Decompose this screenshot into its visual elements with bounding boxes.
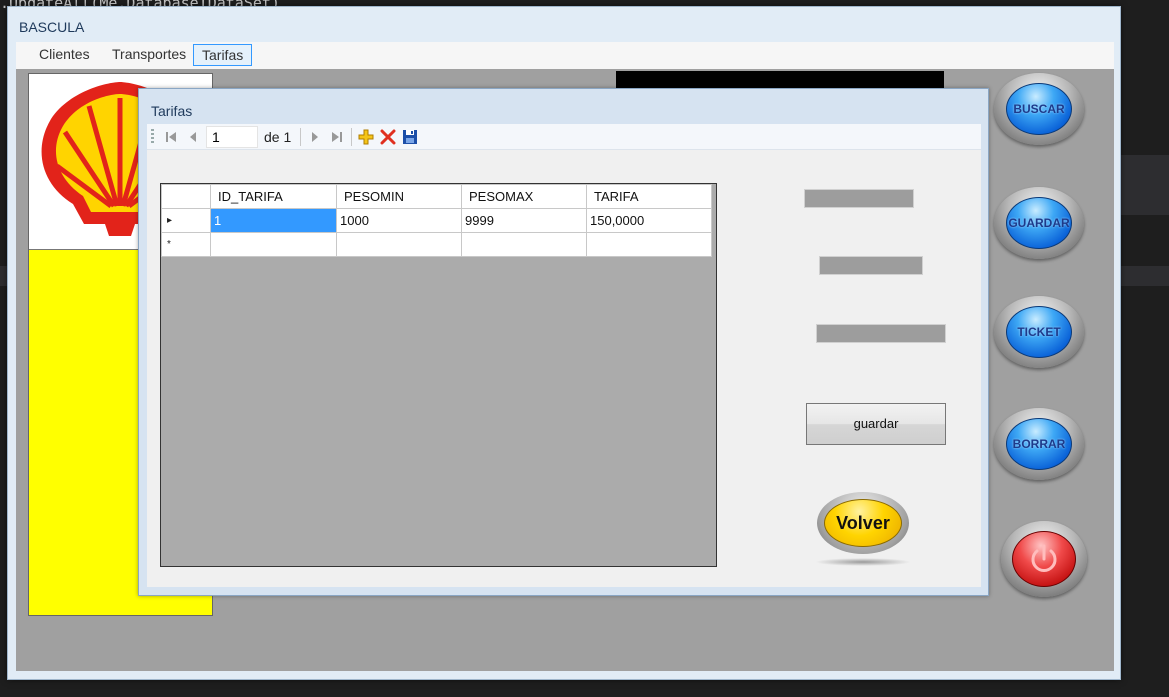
guardar-round-button-label: GUARDAR — [1008, 216, 1070, 230]
borrar-button-label: BORRAR — [1012, 437, 1066, 451]
data-grid: ID_TARIFA PESOMIN PESOMAX TARIFA ▸ 1 100… — [161, 184, 712, 257]
volver-button[interactable]: Volver — [817, 492, 909, 554]
field-1[interactable] — [804, 189, 914, 208]
ticket-button[interactable]: TICKET — [994, 296, 1084, 368]
move-previous-icon[interactable] — [182, 127, 204, 147]
tarifas-dialog: Tarifas 1 de 1 ID_TARIFA PESOMIN PESOMAX… — [138, 88, 989, 596]
row-header-corner[interactable] — [161, 184, 211, 209]
field-3[interactable] — [816, 324, 946, 343]
move-last-icon[interactable] — [326, 127, 348, 147]
table-row: ▸ 1 1000 9999 150,0000 — [161, 208, 712, 233]
window-title: BASCULA — [19, 19, 85, 35]
dialog-body: 1 de 1 ID_TARIFA PESOMIN PESOMAX TARIFA … — [147, 124, 981, 587]
toolbar-separator — [351, 127, 353, 146]
field-2[interactable] — [819, 256, 923, 275]
position-input[interactable]: 1 — [206, 125, 258, 148]
dialog-title: Tarifas — [151, 103, 193, 119]
move-first-icon[interactable] — [160, 127, 182, 147]
binding-navigator: 1 de 1 — [147, 124, 981, 150]
row-header-current[interactable]: ▸ — [161, 208, 211, 233]
grid-cell[interactable] — [336, 232, 462, 257]
column-header-pesomax[interactable]: PESOMAX — [461, 184, 587, 209]
menu-item-transportes[interactable]: Transportes — [104, 44, 194, 66]
tarifas-grid: ID_TARIFA PESOMIN PESOMAX TARIFA ▸ 1 100… — [160, 183, 717, 567]
row-header-new[interactable]: * — [161, 232, 211, 257]
grid-cell[interactable] — [210, 232, 337, 257]
grid-cell[interactable]: 9999 — [461, 208, 587, 233]
column-header-pesomin[interactable]: PESOMIN — [336, 184, 462, 209]
add-new-icon[interactable] — [355, 127, 377, 147]
power-icon — [1031, 544, 1057, 572]
buscar-button-label: BUSCAR — [1013, 102, 1065, 116]
borrar-button[interactable]: BORRAR — [994, 408, 1084, 480]
guardar-button[interactable]: guardar — [806, 403, 946, 445]
ticket-button-label: TICKET — [1017, 325, 1061, 339]
column-header-id-tarifa[interactable]: ID_TARIFA — [210, 184, 337, 209]
background-editor-strip — [0, 266, 7, 286]
grid-cell[interactable] — [586, 232, 712, 257]
grid-cell[interactable]: 1 — [210, 208, 337, 233]
delete-icon[interactable] — [377, 127, 399, 147]
grid-cell[interactable]: 150,0000 — [586, 208, 712, 233]
move-next-icon[interactable] — [304, 127, 326, 147]
volver-button-label: Volver — [836, 512, 890, 533]
volver-shadow — [815, 558, 911, 566]
record-count: de 1 — [264, 128, 292, 145]
menu-item-clientes[interactable]: Clientes — [31, 44, 98, 66]
menu-item-tarifas[interactable]: Tarifas — [193, 44, 253, 66]
save-icon[interactable] — [399, 127, 421, 147]
toolbar-separator — [300, 127, 302, 146]
buscar-button[interactable]: BUSCAR — [994, 73, 1084, 145]
toolbar-grip[interactable] — [151, 128, 154, 145]
grid-cell[interactable] — [461, 232, 587, 257]
column-header-tarifa[interactable]: TARIFA — [586, 184, 712, 209]
guardar-round-button[interactable]: GUARDAR — [994, 187, 1084, 259]
menu-bar: Clientes Transportes Tarifas — [16, 42, 1114, 69]
power-button[interactable] — [1001, 521, 1087, 597]
table-row-new: * — [161, 232, 712, 257]
background-editor-strip — [1121, 155, 1169, 215]
grid-cell[interactable]: 1000 — [336, 208, 462, 233]
background-editor-strip — [1121, 266, 1169, 286]
grid-header-row: ID_TARIFA PESOMIN PESOMAX TARIFA — [161, 184, 712, 209]
